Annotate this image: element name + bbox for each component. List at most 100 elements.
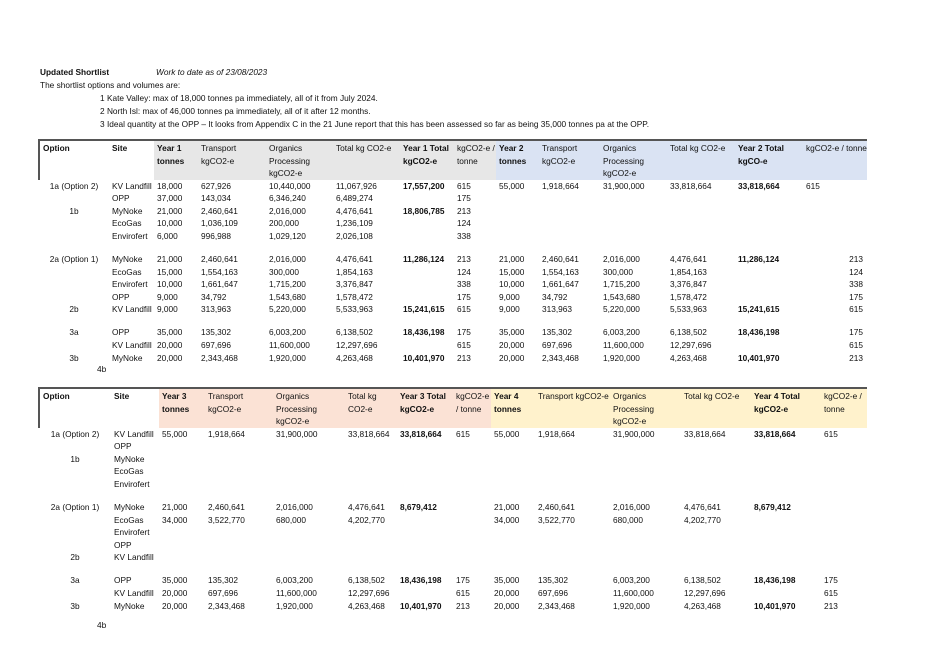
value-cell xyxy=(397,539,453,552)
value-cell: 4,202,770 xyxy=(684,514,721,525)
column-header: Year 1 Total kgCO2-e xyxy=(400,140,454,180)
option-cell: 3b xyxy=(69,352,79,363)
value-cell: 18,436,198 xyxy=(403,327,445,338)
value-cell: 10,000 xyxy=(157,218,183,229)
value-cell: 300,000 xyxy=(603,266,633,277)
value-cell: 300,000 xyxy=(269,266,299,277)
value-cell xyxy=(539,242,600,253)
value-cell xyxy=(600,316,667,327)
value-cell: 6,003,200 xyxy=(603,327,640,338)
value-cell xyxy=(535,440,610,453)
value-cell xyxy=(803,242,867,253)
column-header: Year 1 tonnes xyxy=(154,140,198,180)
option-cell xyxy=(39,526,111,539)
value-cell xyxy=(345,465,397,478)
value-cell xyxy=(667,217,735,230)
option-cell: 3a xyxy=(70,575,80,586)
value-cell: 4,476,641 xyxy=(670,253,707,264)
value-cell xyxy=(400,242,454,253)
table-row: 3b MyNoke 20,000 2,343,468 1,920,000 4,263,46… xyxy=(39,352,867,365)
value-cell: 996,988 xyxy=(201,230,231,241)
value-cell xyxy=(453,478,491,491)
site-cell: KV Landfill xyxy=(114,552,154,563)
value-cell xyxy=(273,478,345,491)
value-cell xyxy=(345,564,397,575)
value-cell: 15,000 xyxy=(157,266,183,277)
option-cell xyxy=(39,564,111,575)
value-cell: 21,000 xyxy=(162,501,188,512)
value-cell xyxy=(539,230,600,243)
value-cell: 697,696 xyxy=(538,588,568,599)
value-cell xyxy=(735,230,803,243)
value-cell: 33,818,664 xyxy=(684,428,726,439)
value-cell xyxy=(397,551,453,564)
value-cell: 175 xyxy=(457,193,471,204)
value-cell xyxy=(535,465,610,478)
table-row: 1b MyNoke 21,000 2,460,641 2,016,000 4,476,64… xyxy=(39,205,867,218)
value-cell xyxy=(681,478,751,491)
value-cell: 697,696 xyxy=(201,340,231,351)
table-row: 1a (Option 2) KV Landfill 55,000 1,918,664 3… xyxy=(39,428,867,441)
header-row: Option Site Year 3 tonnes Transport kgCO2-e… xyxy=(38,388,867,428)
value-cell xyxy=(453,526,491,539)
value-cell xyxy=(154,242,198,253)
option-cell: 3b xyxy=(70,600,80,611)
option-cell xyxy=(39,440,111,453)
column-header: kgCO2-e / tonne xyxy=(821,388,867,428)
value-cell xyxy=(600,230,667,243)
value-cell: 1,554,163 xyxy=(542,266,579,277)
column-header: Transport kgCO2-e xyxy=(539,140,600,180)
header-row: Option Site Year 1 tonnes Transport kgCO2-e… xyxy=(38,140,867,180)
option-cell: 2a (Option 1) xyxy=(50,501,100,512)
value-cell: 615 xyxy=(824,588,838,599)
site-cell xyxy=(109,316,154,327)
value-cell xyxy=(535,478,610,491)
column-header: Organics Processing kgCO2-e xyxy=(600,140,667,180)
spacer-row xyxy=(39,316,867,327)
value-cell xyxy=(397,490,453,501)
value-cell: 35,000 xyxy=(499,327,525,338)
value-cell: 1,715,200 xyxy=(269,279,306,290)
value-cell xyxy=(610,478,681,491)
value-cell: 6,000 xyxy=(157,230,178,241)
site-cell xyxy=(109,242,154,253)
value-cell: 11,286,124 xyxy=(403,253,445,264)
site-cell: MyNoke xyxy=(112,253,143,264)
value-cell xyxy=(496,316,539,327)
column-header: Year 3 tonnes xyxy=(159,388,205,428)
value-cell: 1,554,163 xyxy=(201,266,238,277)
value-cell: 213 xyxy=(457,352,471,363)
table-row: Envirofert xyxy=(39,526,867,539)
value-cell xyxy=(491,539,535,552)
table-row: 3b MyNoke 20,000 2,343,468 1,920,000 4,263,46… xyxy=(39,600,867,613)
table-row: EcoGas 10,000 1,036,109 200,000 1,236,109 124 xyxy=(39,217,867,230)
column-header: kgCO2-e / tonne xyxy=(803,140,867,180)
option-cell xyxy=(39,465,111,478)
option-cell xyxy=(39,266,109,279)
option-cell xyxy=(39,514,111,527)
value-cell xyxy=(400,192,454,205)
site-cell: KV Landfill xyxy=(112,340,152,351)
option-cell: 1b xyxy=(69,205,79,216)
option-cell: 3a xyxy=(69,327,79,338)
option-cell xyxy=(39,192,109,205)
value-cell xyxy=(397,440,453,453)
value-cell: 4,476,641 xyxy=(684,501,721,512)
value-cell: 5,220,000 xyxy=(603,304,640,315)
column-header: Year 4 Total kgCO2-e xyxy=(751,388,821,428)
intro-lead: The shortlist options and volumes are: xyxy=(40,80,181,90)
value-cell: 10,000 xyxy=(499,279,525,290)
value-cell xyxy=(751,564,821,575)
value-cell xyxy=(198,316,266,327)
value-cell xyxy=(610,490,681,501)
value-cell: 35,000 xyxy=(494,575,520,586)
table-row: Envirofert 6,000 996,988 1,029,120 2,026,108… xyxy=(39,230,867,243)
intro-item-3: 3 Ideal quantity at the OPP – It looks f… xyxy=(100,119,650,129)
value-cell xyxy=(735,205,803,218)
value-cell xyxy=(491,490,535,501)
value-cell xyxy=(821,539,867,552)
value-cell xyxy=(667,205,735,218)
site-cell xyxy=(111,564,159,575)
value-cell: 1,918,664 xyxy=(542,180,579,191)
value-cell: 175 xyxy=(457,327,471,338)
